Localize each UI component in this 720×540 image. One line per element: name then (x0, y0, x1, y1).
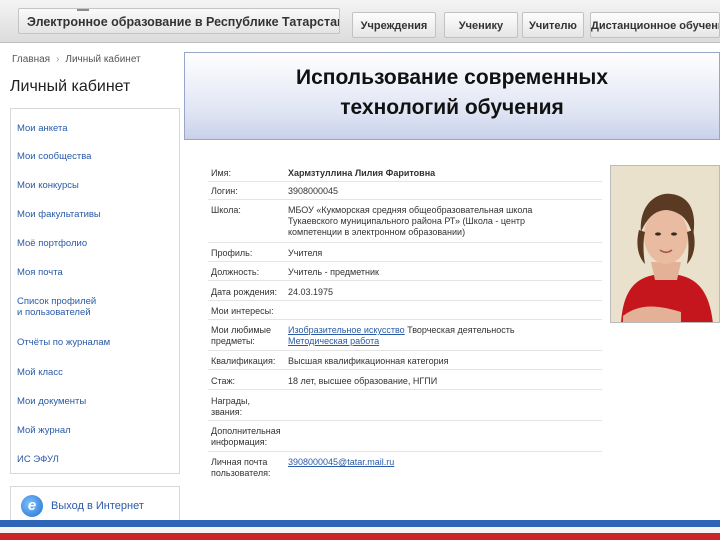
sidebar-item-contests[interactable]: Мои конкурсы (17, 180, 167, 191)
sidebar-item-electives[interactable]: Мои факультативы (17, 209, 167, 220)
sidebar-item-journal-reports[interactable]: Отчёты по журналам (17, 337, 167, 348)
field-label-name: Имя: (211, 168, 232, 178)
field-label-login: Логин: (211, 186, 238, 196)
field-label-interests: Мои интересы: (211, 306, 274, 316)
row-divider (208, 389, 602, 390)
sidebar-item-mail[interactable]: Моя почта (17, 267, 167, 278)
field-label-profile: Профиль: (211, 248, 253, 258)
favorite-subject-creative: Творческая деятельность (404, 325, 515, 335)
row-divider (208, 242, 602, 243)
field-label-position: Должность: (211, 267, 260, 277)
favorite-subject-link-art[interactable]: Изобразительное искусство (288, 325, 405, 335)
internet-link[interactable]: Выход в Интернет (51, 500, 144, 512)
field-label-favorite-subjects: Мои любимые предметы: (211, 325, 271, 346)
tab-distance-learning[interactable]: Дистанционное обучение (590, 12, 720, 38)
tab-student[interactable]: Ученику (444, 12, 518, 38)
field-label-additional-info: Дополнительная информация: (211, 426, 281, 447)
field-value-login: 3908000045 (288, 186, 339, 196)
row-divider (208, 300, 602, 301)
field-label-awards: Награды, звания: (211, 396, 251, 417)
sidebar-item-communities[interactable]: Мои сообщества (17, 151, 167, 162)
row-divider (208, 319, 602, 320)
row-divider (208, 199, 602, 200)
tab-institutions[interactable]: Учреждения (352, 12, 436, 38)
field-value-profile: Учителя (288, 248, 323, 258)
field-label-school: Школа: (211, 205, 241, 215)
flag-icon (77, 9, 89, 11)
field-value-personal-email: 3908000045@tatar.mail.ru (288, 457, 588, 468)
site-title-text: Электронное образование в Республике Тат… (27, 15, 340, 29)
slide-title-line-1: Использование современных (295, 66, 609, 89)
profile-photo (610, 165, 720, 323)
portrait-image (611, 166, 719, 322)
sidebar-item-documents[interactable]: Мои документы (17, 396, 167, 407)
internet-explorer-icon: e (21, 495, 43, 517)
page-title: Личный кабинет (10, 78, 131, 95)
sidebar-item-my-class[interactable]: Мой класс (17, 367, 167, 378)
sidebar-item-is-eful[interactable]: ИС ЭФУЛ (17, 454, 167, 465)
field-value-position: Учитель - предметник (288, 267, 379, 277)
row-divider (208, 280, 602, 281)
tab-teacher[interactable]: Учителю (522, 12, 584, 38)
site-title[interactable]: Электронное образование в Республике Тат… (18, 8, 340, 34)
row-divider (208, 181, 602, 182)
breadcrumb-separator-icon: › (56, 54, 60, 65)
field-value-name: Хармзтуллина Лилия Фаритовна (288, 168, 436, 178)
accent-bar-red (0, 533, 720, 540)
breadcrumb-current: Личный кабинет (65, 54, 141, 65)
field-value-favorite-subjects: Изобразительное искусство Творческая дея… (288, 325, 588, 347)
sidebar-menu: Мои анкета Мои сообщества Мои конкурсы М… (10, 108, 180, 474)
row-divider (208, 261, 602, 262)
breadcrumb: Главная › Личный кабинет (12, 54, 141, 65)
favorite-subject-link-methodical[interactable]: Методическая работа (288, 336, 379, 346)
field-label-qualification: Квалификация: (211, 356, 276, 366)
field-label-personal-email: Личная почта пользователя: (211, 457, 271, 478)
field-value-birth-date: 24.03.1975 (288, 287, 334, 297)
row-divider (208, 451, 602, 452)
sidebar-item-profiles-list[interactable]: Список профилей и пользователей (17, 296, 167, 318)
personal-email-link[interactable]: 3908000045@tatar.mail.ru (288, 457, 394, 467)
top-navigation-bar: Электронное образование в Республике Тат… (0, 0, 720, 43)
accent-bar-blue (0, 520, 720, 527)
row-divider (208, 369, 602, 370)
slide-title-line-2: технологий обучения (340, 96, 564, 119)
row-divider (208, 420, 602, 421)
field-value-experience: 18 лет, высшее образование, НГПИ (288, 376, 438, 386)
field-label-experience: Стаж: (211, 376, 236, 386)
slide-title-banner: Использование современных технологий обу… (184, 52, 720, 140)
row-divider (208, 350, 602, 351)
breadcrumb-home[interactable]: Главная (12, 54, 50, 65)
sidebar-item-profile[interactable]: Мои анкета (17, 123, 167, 134)
field-value-school: МБОУ «Кукморская средняя общеобразовател… (288, 205, 533, 237)
field-value-qualification: Высшая квалификационная категория (288, 356, 449, 366)
field-label-birth-date: Дата рождения: (211, 287, 277, 297)
sidebar-item-journal[interactable]: Мой журнал (17, 425, 167, 436)
sidebar-item-portfolio[interactable]: Моё портфолио (17, 238, 167, 249)
